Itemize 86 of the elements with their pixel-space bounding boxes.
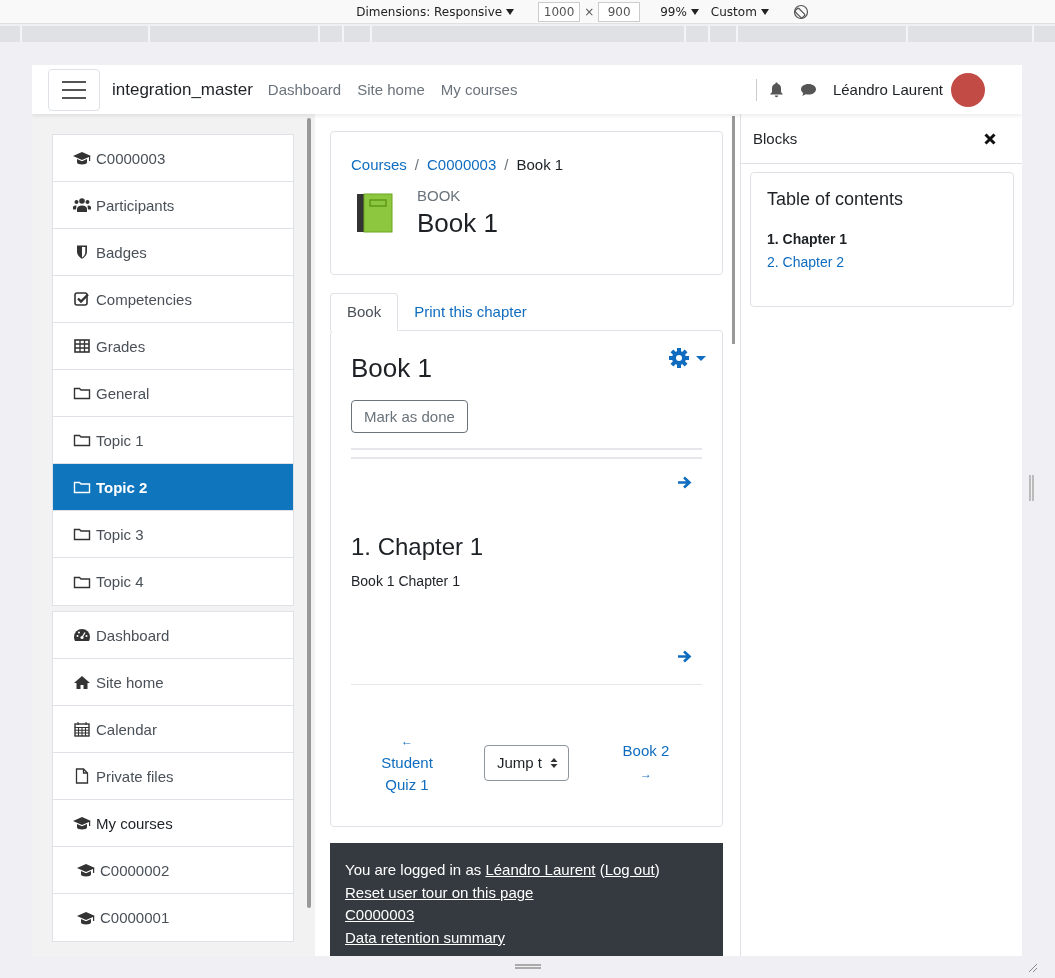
sidebar-item[interactable]: Dashboard [53,612,293,659]
users-icon [73,197,91,213]
folder-icon [73,479,91,495]
user-name[interactable]: Léandro Laurent [832,81,943,98]
sidebar-item[interactable]: Badges [53,229,293,276]
table-icon [73,338,91,354]
sidebar-item[interactable]: Participants [53,182,293,229]
sidebar-item[interactable]: Private files [53,753,293,800]
book-icon [357,192,393,234]
user-profile-link[interactable]: Léandro Laurent [485,861,596,878]
resize-handle[interactable] [515,964,541,969]
sidebar-item[interactable]: C0000002 [53,847,293,894]
graduation-cap-icon [73,150,91,166]
menu-button[interactable] [48,68,100,111]
avatar[interactable] [951,72,985,107]
breadcrumb-current: Book 1 [516,156,564,173]
book-title: Book 1 [351,353,432,384]
breadcrumb-link[interactable]: Courses [351,156,407,173]
nav-link[interactable]: Site home [357,81,425,98]
sidebar-item[interactable]: Topic 3 [53,511,293,558]
rotate-icon[interactable] [792,3,809,20]
sidebar-item[interactable]: Grades [53,323,293,370]
folder-icon [73,526,91,542]
mark-as-done-button[interactable]: Mark as done [351,400,468,433]
site-name[interactable]: integration_master [112,79,253,100]
sidebar-item[interactable]: Site home [53,659,293,706]
previous-activity-link[interactable]: ← Student Quiz 1 [372,729,442,796]
footer-link[interactable]: C0000003 [345,906,415,923]
tab[interactable]: Print this chapter [398,294,543,330]
resize-corner-icon[interactable] [1026,961,1038,973]
next-activity-link[interactable]: Book 2 → [610,740,681,785]
toc-chapter[interactable]: 1. Chapter 1 [767,228,997,251]
height-input[interactable]: 900 [598,1,641,22]
folder-icon [73,432,91,448]
graduation-cap-icon [77,862,95,878]
menu-icon [62,80,86,99]
calendar-icon [73,721,91,737]
sidebar-item[interactable]: C0000003 [53,135,293,182]
caret-icon [690,8,699,15]
toc-title: Table of contents [767,189,905,210]
breadcrumb-separator: / [504,156,509,173]
module-type: BOOK [417,187,462,204]
graduation-cap-icon [77,909,95,926]
throttling-dropdown[interactable]: Custom [710,4,769,19]
zoom-dropdown[interactable]: 99% [660,4,699,19]
chat-icon[interactable] [799,82,817,97]
caret-icon [760,8,769,15]
bell-icon[interactable] [768,81,784,98]
footer-link[interactable]: Data retention summary [345,928,506,946]
blocks-title: Blocks [753,130,798,147]
nav-link[interactable]: Dashboard [267,81,342,98]
dimensions-dropdown[interactable]: Dimensions: Responsive [356,4,515,19]
tab[interactable]: Book [330,293,399,331]
breadcrumb-link[interactable]: C0000003 [427,156,497,173]
sidebar-item[interactable]: My courses [53,800,293,847]
page-title: Book 1 [417,208,498,239]
sidebar-item[interactable]: General [53,370,293,417]
sidebar-item[interactable]: Calendar [53,706,293,753]
gear-menu-icon[interactable] [668,347,708,369]
graduation-cap-icon [73,815,91,831]
nav-link[interactable]: My courses [440,81,518,98]
checkbox-icon [73,291,91,307]
logout-link[interactable]: Log out [604,861,655,878]
sidebar-item[interactable]: C0000001 [53,894,293,941]
footer-link[interactable]: Reset user tour on this page [345,883,534,901]
sort-caret-icon [550,756,558,769]
logged-in-text: You are logged in as Léandro Laurent (Log out) [345,861,660,878]
chapter-title: 1. Chapter 1 [351,533,485,561]
house-icon [73,674,91,690]
folder-icon [73,385,91,401]
gauge-icon [73,627,91,643]
breadcrumb-separator: / [414,156,420,173]
caret-icon [506,8,515,15]
chapter-text: Book 1 Chapter 1 [351,573,461,589]
arrow-right-icon[interactable] [677,475,692,490]
resize-handle[interactable] [1029,475,1034,501]
close-icon[interactable] [984,132,996,145]
arrow-right-icon[interactable] [677,649,692,664]
sidebar-item[interactable]: Competencies [53,276,293,323]
file-icon [73,768,91,784]
times-sign: × [584,4,595,19]
toc-chapter[interactable]: 2. Chapter 2 [767,251,997,274]
sidebar-item[interactable]: Topic 2 [53,464,293,511]
jump-to-select[interactable]: Jump t [483,744,569,781]
width-input[interactable]: 1000 [538,1,581,22]
sidebar-item[interactable]: Topic 4 [53,558,293,605]
